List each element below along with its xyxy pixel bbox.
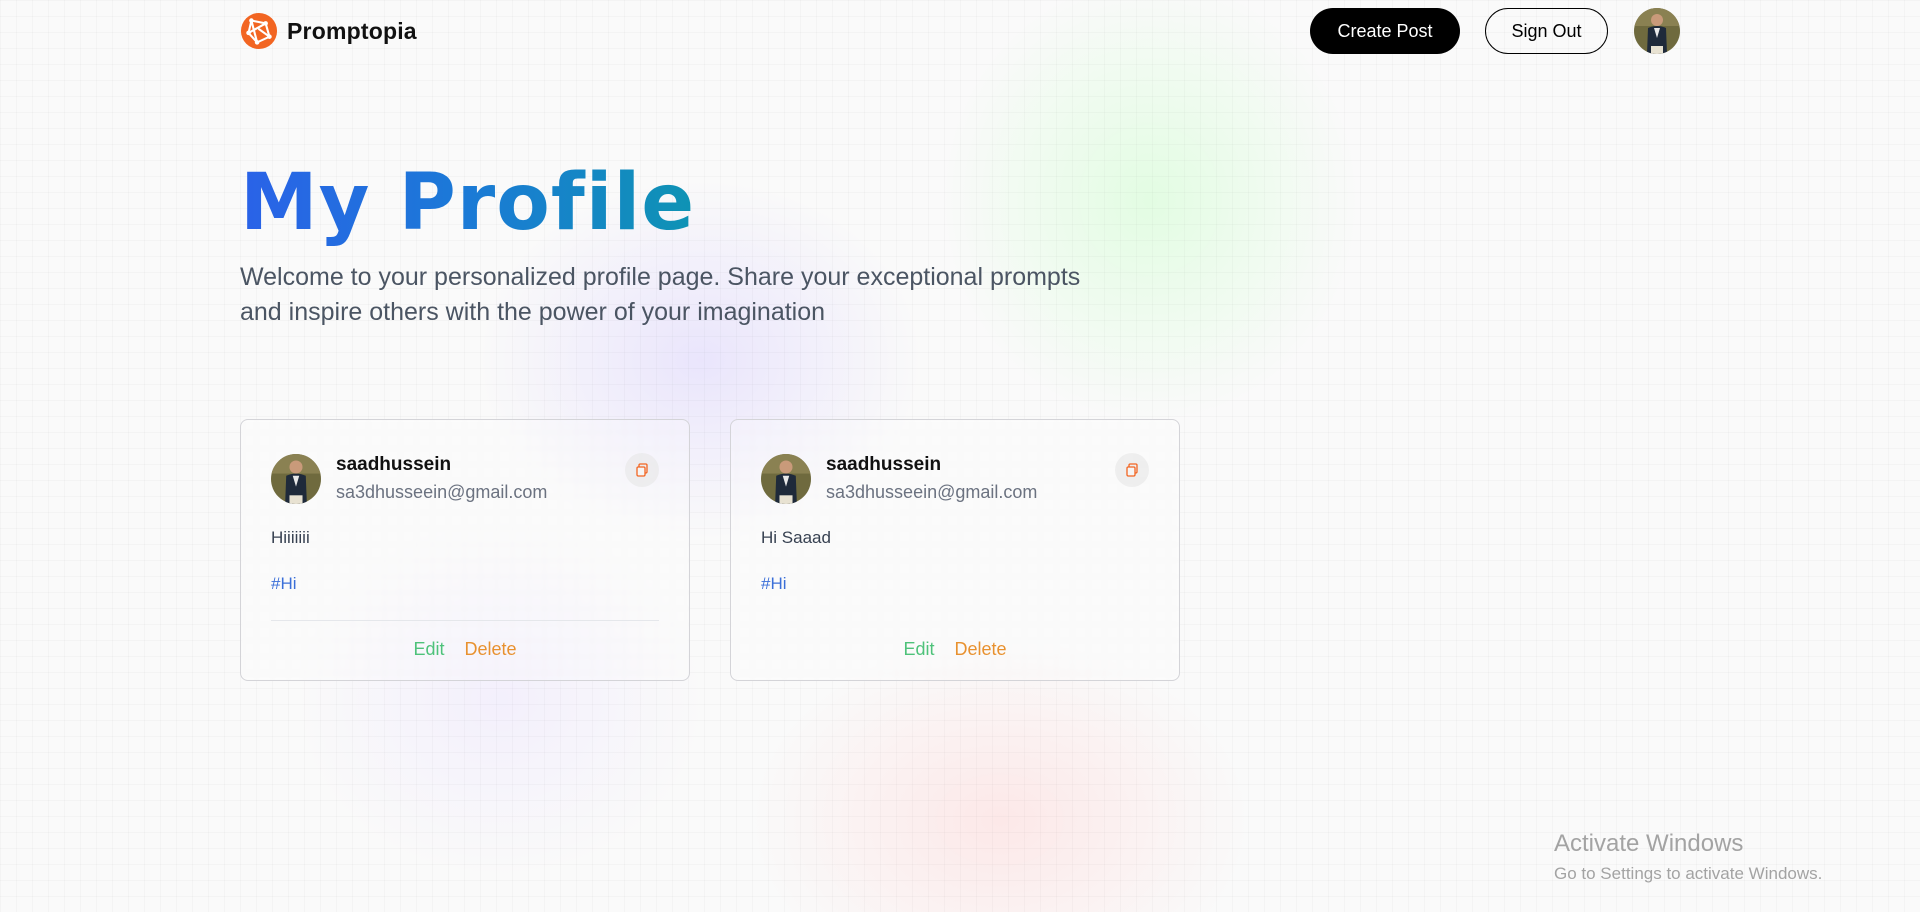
author-email: sa3dhusseein@gmail.com bbox=[826, 482, 1038, 502]
copy-button[interactable] bbox=[625, 453, 659, 487]
create-post-button[interactable]: Create Post bbox=[1310, 8, 1460, 54]
prompt-card-list: saadhussein sa3dhusseein@gmail.com Hiiii… bbox=[240, 419, 1220, 681]
author-avatar bbox=[271, 454, 321, 504]
copy-button[interactable] bbox=[1115, 453, 1149, 487]
prompt-text: Hiiiiiii bbox=[271, 528, 310, 547]
page-description: Welcome to your personalized profile pag… bbox=[240, 263, 1081, 326]
watermark-subtitle: Go to Settings to activate Windows. bbox=[1554, 864, 1823, 883]
brand-name: Promptopia bbox=[287, 17, 417, 44]
edit-button[interactable]: Edit bbox=[413, 639, 444, 660]
prompt-card: saadhussein sa3dhusseein@gmail.com Hiiii… bbox=[240, 419, 690, 681]
author-info: saadhussein sa3dhusseein@gmail.com bbox=[336, 453, 547, 505]
author-avatar bbox=[761, 454, 811, 504]
profile-page: Promptopia Create Post Sign Out My Profi… bbox=[0, 0, 1920, 912]
activate-windows-watermark: Activate Windows Go to Settings to activ… bbox=[1554, 829, 1822, 886]
prompt-card: saadhussein sa3dhusseein@gmail.com Hi Sa… bbox=[730, 419, 1180, 681]
sign-out-button[interactable]: Sign Out bbox=[1485, 8, 1608, 54]
author-username: saadhussein bbox=[826, 454, 942, 475]
card-divider bbox=[271, 620, 659, 621]
author-info: saadhussein sa3dhusseein@gmail.com bbox=[826, 453, 1037, 505]
author-username: saadhussein bbox=[336, 454, 452, 475]
card-actions: Edit Delete bbox=[731, 639, 1179, 660]
watermark-title: Activate Windows bbox=[1554, 830, 1744, 857]
prompt-tag[interactable]: #Hi bbox=[271, 574, 297, 594]
top-nav: Promptopia Create Post Sign Out bbox=[240, 8, 1680, 54]
edit-button[interactable]: Edit bbox=[903, 639, 934, 660]
card-author[interactable]: saadhussein sa3dhusseein@gmail.com bbox=[271, 453, 547, 505]
delete-button[interactable]: Delete bbox=[955, 639, 1007, 660]
delete-button[interactable]: Delete bbox=[465, 639, 517, 660]
copy-icon bbox=[636, 463, 648, 477]
card-actions: Edit Delete bbox=[241, 639, 689, 660]
brand-link[interactable]: Promptopia bbox=[240, 12, 417, 50]
author-email: sa3dhusseein@gmail.com bbox=[336, 482, 548, 502]
prompt-text: Hi Saaad bbox=[761, 528, 831, 547]
card-author[interactable]: saadhussein sa3dhusseein@gmail.com bbox=[761, 453, 1037, 505]
nav-actions: Create Post Sign Out bbox=[1310, 8, 1680, 54]
page-title: My Profile bbox=[240, 158, 696, 248]
copy-icon bbox=[1126, 463, 1138, 477]
prompt-tag[interactable]: #Hi bbox=[761, 574, 787, 594]
promptopia-logo-icon bbox=[240, 12, 278, 50]
user-avatar[interactable] bbox=[1634, 8, 1680, 54]
